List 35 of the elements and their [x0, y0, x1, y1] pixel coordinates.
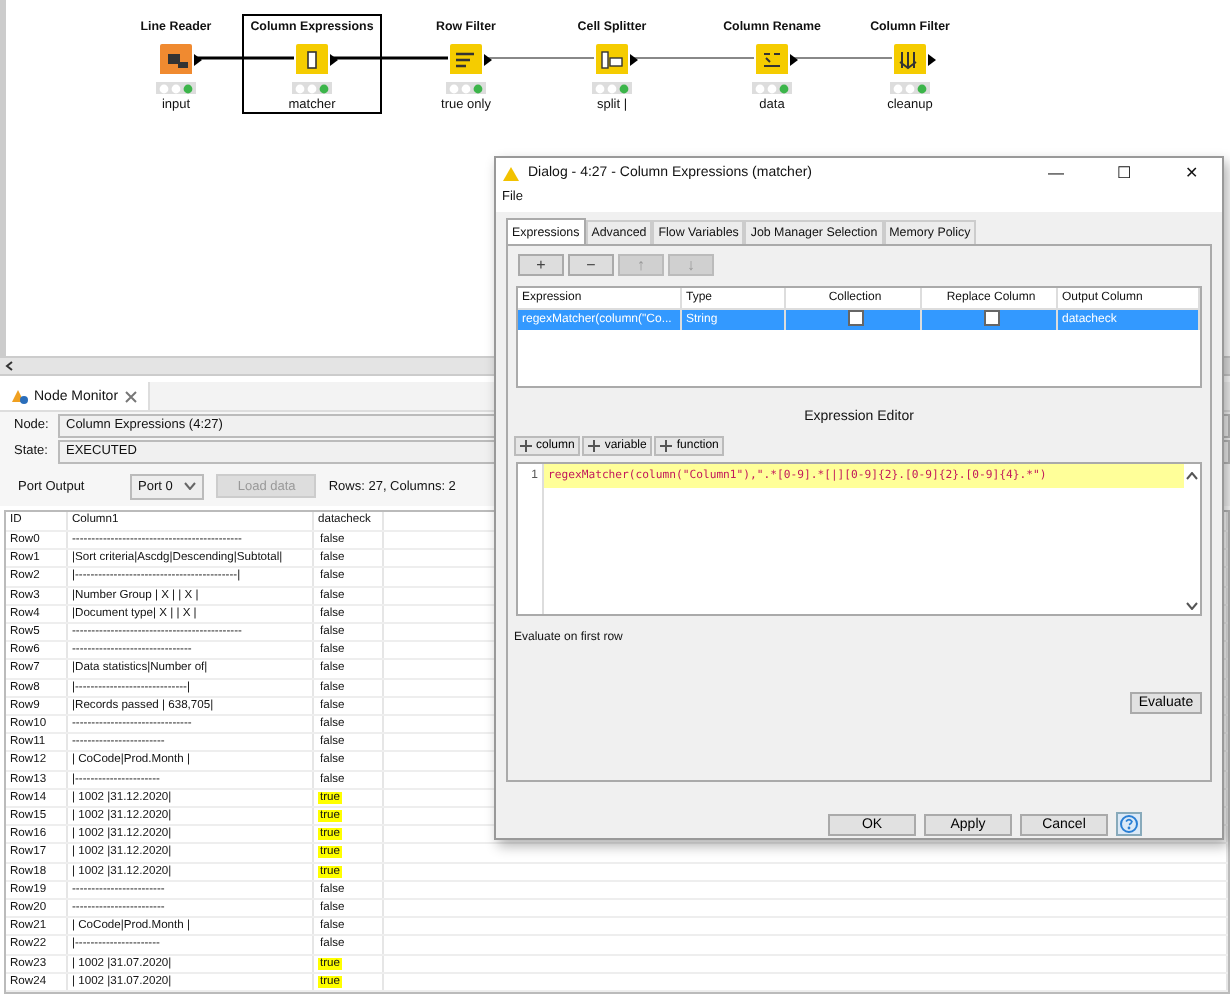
- scroll-left-icon[interactable]: [4, 360, 16, 372]
- window-control[interactable]: —: [1026, 164, 1086, 182]
- node-icon[interactable]: [594, 44, 638, 74]
- scroll-up-icon[interactable]: [1186, 472, 1198, 480]
- status-lights-icon: [752, 81, 792, 94]
- scroll-down-icon[interactable]: [1186, 602, 1198, 610]
- node-icon[interactable]: [158, 44, 202, 74]
- connection-line: [629, 57, 755, 59]
- window-control[interactable]: ✕: [1162, 164, 1222, 182]
- plus-icon: [520, 440, 532, 452]
- checkbox[interactable]: [983, 310, 999, 327]
- monitor-icon: [10, 388, 28, 404]
- status-lights-icon: [156, 81, 196, 94]
- plus-icon: [660, 440, 673, 452]
- status-lights-icon: [592, 81, 632, 94]
- status-lights-icon: [446, 81, 486, 94]
- toolbar-button[interactable]: +: [518, 254, 564, 276]
- warning-icon: [502, 165, 520, 181]
- node-icon[interactable]: [892, 44, 936, 74]
- checkbox[interactable]: [847, 310, 863, 327]
- connection-line: [789, 57, 893, 59]
- status-lights-icon: [890, 81, 930, 94]
- window-control[interactable]: ☐: [1094, 164, 1154, 182]
- help-icon[interactable]: [1116, 812, 1142, 836]
- connection-line: [330, 56, 448, 60]
- toolbar-button[interactable]: −: [568, 254, 614, 276]
- connection-line: [194, 56, 294, 60]
- caret-icon: [184, 482, 197, 490]
- connection-line: [483, 57, 595, 59]
- node-icon[interactable]: [294, 44, 338, 74]
- node-icon[interactable]: [448, 44, 492, 74]
- close-icon[interactable]: [124, 389, 139, 403]
- plus-icon: [588, 440, 601, 452]
- node-icon[interactable]: [754, 44, 798, 74]
- status-lights-icon: [292, 81, 332, 94]
